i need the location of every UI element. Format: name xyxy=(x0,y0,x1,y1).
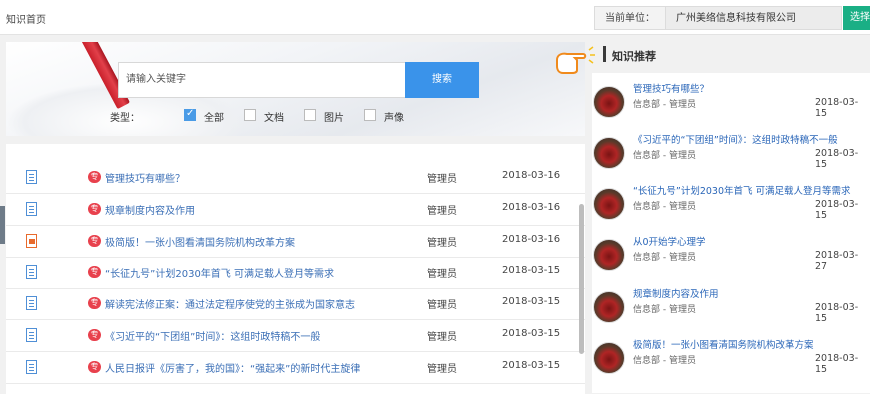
top-bar: 知识首页 当前单位： 广州美络信息科技有限公司 选择 xyxy=(0,0,870,35)
checkbox-icon[interactable] xyxy=(304,109,316,121)
document-icon xyxy=(26,360,37,374)
search-panel: 请输入关键字 搜索 类型： 全部 文档 图片 声像 xyxy=(6,42,585,136)
row-title[interactable]: 解读宪法修正案：通过法定程序使党的主张成为国家意志 xyxy=(105,296,355,311)
avatar xyxy=(593,86,625,118)
recommend-date: 2018-03-15 xyxy=(815,97,859,119)
current-unit-field: 广州美络信息科技有限公司 xyxy=(666,6,842,30)
knowledge-list: 专 管理技巧有哪些？ 管理员 2018-03-16 专 规章制度内容及作用 管理… xyxy=(6,144,585,394)
recommend-meta: 信息部 - 管理员 xyxy=(633,253,696,263)
row-author: 管理员 xyxy=(427,300,457,311)
checkbox-icon[interactable] xyxy=(244,109,256,121)
recommend-date: 2018-03-27 xyxy=(815,250,859,272)
avatar xyxy=(593,239,625,271)
featured-badge: 专 xyxy=(88,203,101,215)
table-row[interactable]: 专 极简版！一张小图看清国务院机构改革方案 管理员 2018-03-16 xyxy=(6,226,585,258)
recommend-date: 2018-03-15 xyxy=(815,148,859,170)
list-item[interactable]: 从0开始学心理学 信息部 - 管理员 2018-03-27 xyxy=(592,226,870,278)
featured-badge: 专 xyxy=(88,266,101,278)
row-date: 2018-03-16 xyxy=(502,234,561,245)
table-row[interactable]: 专 规章制度内容及作用 管理员 2018-03-16 xyxy=(6,194,585,226)
list-item[interactable]: 管理技巧有哪些？ 信息部 - 管理员 2018-03-15 xyxy=(592,73,870,125)
recommend-link[interactable]: 《习近平的“下团组”时间》：这组时政特稿不一般 xyxy=(633,132,838,146)
recommend-meta: 信息部 - 管理员 xyxy=(633,202,696,212)
list-item[interactable]: 极简版！一张小图看清国务院机构改革方案 信息部 - 管理员 2018-03-15 xyxy=(592,329,870,381)
row-title[interactable]: 人民日报评《厉害了，我的国》：“强起来”的新时代主旋律 xyxy=(105,360,360,375)
row-title[interactable]: “长征九号”计划2030年首飞 可满足载人登月等需求 xyxy=(105,265,334,280)
select-unit-button[interactable]: 选择 xyxy=(843,6,870,30)
table-row[interactable]: 专 “长征九号”计划2030年首飞 可满足载人登月等需求 管理员 2018-03… xyxy=(6,257,585,289)
avatar xyxy=(593,291,625,323)
search-button[interactable]: 搜索 xyxy=(405,62,479,98)
row-date: 2018-03-15 xyxy=(502,296,561,307)
list-item[interactable]: 规章制度内容及作用 信息部 - 管理员 2018-03-15 xyxy=(592,278,870,330)
featured-badge: 专 xyxy=(88,297,101,309)
featured-badge: 专 xyxy=(88,329,101,341)
list-scrollbar[interactable] xyxy=(579,204,584,354)
row-date: 2018-03-15 xyxy=(502,360,561,371)
table-row[interactable]: 专 管理技巧有哪些？ 管理员 2018-03-16 xyxy=(6,162,585,194)
document-icon xyxy=(26,202,37,216)
recommend-date: 2018-03-15 xyxy=(815,199,859,221)
checkbox-icon[interactable] xyxy=(364,109,376,121)
row-author: 管理员 xyxy=(427,364,457,375)
row-author: 管理员 xyxy=(427,332,457,343)
row-title[interactable]: 管理技巧有哪些？ xyxy=(105,170,185,185)
image-file-icon xyxy=(26,234,37,248)
checkbox-icon[interactable] xyxy=(184,108,196,121)
recommend-list: 管理技巧有哪些？ 信息部 - 管理员 2018-03-15 《习近平的“下团组”… xyxy=(592,73,870,393)
recommend-meta: 信息部 - 管理员 xyxy=(633,100,696,110)
avatar xyxy=(593,137,625,169)
featured-badge: 专 xyxy=(88,171,101,183)
recommend-meta: 信息部 - 管理员 xyxy=(633,356,696,366)
breadcrumb[interactable]: 知识首页 xyxy=(6,11,46,26)
document-icon xyxy=(26,328,37,342)
table-row[interactable]: 专 《习近平的“下团组”时间》：这组时政特稿不一般 管理员 2018-03-15 xyxy=(6,320,585,352)
table-row[interactable]: 专 人民日报评《厉害了，我的国》：“强起来”的新时代主旋律 管理员 2018-0… xyxy=(6,352,585,384)
row-author: 管理员 xyxy=(427,269,457,280)
pointing-hand-icon xyxy=(556,46,595,74)
featured-badge: 专 xyxy=(88,361,101,373)
search-input[interactable]: 请输入关键字 xyxy=(118,62,411,98)
featured-badge: 专 xyxy=(88,235,101,247)
type-label: 类型： xyxy=(110,113,140,124)
row-title[interactable]: 极简版！一张小图看清国务院机构改革方案 xyxy=(105,234,295,249)
row-date: 2018-03-16 xyxy=(502,170,561,181)
avatar xyxy=(593,342,625,374)
row-author: 管理员 xyxy=(427,174,457,185)
row-date: 2018-03-16 xyxy=(502,202,561,213)
recommend-link[interactable]: 规章制度内容及作用 xyxy=(633,286,719,300)
avatar xyxy=(593,188,625,220)
recommend-meta: 信息部 - 管理员 xyxy=(633,305,696,315)
recommend-link[interactable]: 极简版！一张小图看清国务院机构改革方案 xyxy=(633,337,814,351)
recommend-date: 2018-03-15 xyxy=(815,302,859,324)
recommend-link[interactable]: “长征九号”计划2030年首飞 可满足载人登月等需求 xyxy=(633,183,851,197)
row-title[interactable]: 规章制度内容及作用 xyxy=(105,202,195,217)
current-unit-label: 当前单位： xyxy=(594,6,666,30)
recommend-date: 2018-03-15 xyxy=(815,353,859,375)
section-marker xyxy=(603,46,606,62)
row-title[interactable]: 《习近平的“下团组”时间》：这组时政特稿不一般 xyxy=(105,328,320,343)
row-author: 管理员 xyxy=(427,206,457,217)
document-icon xyxy=(26,170,37,184)
recommend-link[interactable]: 管理技巧有哪些？ xyxy=(633,81,709,95)
recommend-meta: 信息部 - 管理员 xyxy=(633,151,696,161)
row-date: 2018-03-15 xyxy=(502,328,561,339)
document-icon xyxy=(26,296,37,310)
list-item[interactable]: 《习近平的“下团组”时间》：这组时政特稿不一般 信息部 - 管理员 2018-0… xyxy=(592,124,870,176)
recommend-title: 知识推荐 xyxy=(612,50,656,63)
table-row[interactable]: 专 解读宪法修正案：通过法定程序使党的主张成为国家意志 管理员 2018-03-… xyxy=(6,288,585,320)
document-icon xyxy=(26,265,37,279)
side-collapse-tab[interactable] xyxy=(0,206,5,244)
row-author: 管理员 xyxy=(427,238,457,249)
recommend-link[interactable]: 从0开始学心理学 xyxy=(633,234,706,248)
row-date: 2018-03-15 xyxy=(502,265,561,276)
list-item[interactable]: “长征九号”计划2030年首飞 可满足载人登月等需求 信息部 - 管理员 201… xyxy=(592,175,870,227)
